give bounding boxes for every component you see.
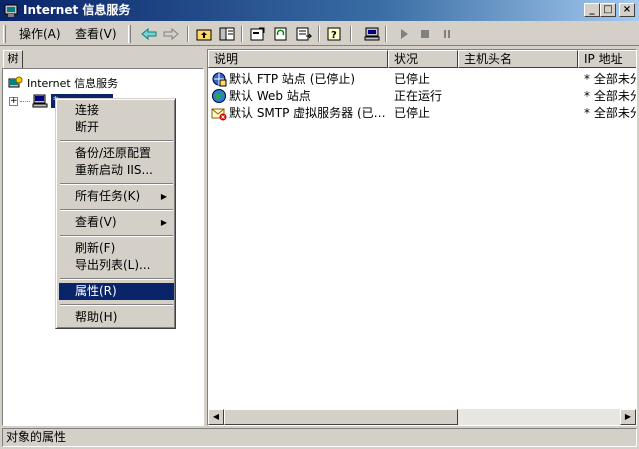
minimize-button[interactable]: _ bbox=[584, 3, 600, 17]
row-ip: * 全部未分 bbox=[584, 89, 637, 103]
menu-item-label: 连接 bbox=[75, 103, 100, 117]
toolbar-separator bbox=[318, 26, 320, 42]
list-header: 说明 状况 主机头名 IP 地址 bbox=[208, 50, 636, 68]
menu-separator bbox=[60, 140, 173, 142]
list-pane[interactable]: 说明 状况 主机头名 IP 地址 默认 FTP 站点 (已停止) 已停止 * 全… bbox=[207, 49, 637, 426]
row-status: 正在运行 bbox=[394, 89, 443, 103]
iis-root-icon bbox=[8, 76, 23, 88]
toolbar-separator bbox=[385, 26, 387, 42]
menu-separator bbox=[60, 278, 173, 280]
menu-item-disconnect[interactable]: 断开 bbox=[59, 119, 174, 136]
server-computer-icon bbox=[32, 94, 48, 108]
menu-item-connect[interactable]: 连接 bbox=[59, 102, 174, 119]
row-description: 默认 SMTP 虚拟服务器 (已… bbox=[229, 106, 386, 120]
row-status: 已停止 bbox=[394, 106, 431, 120]
menu-separator bbox=[60, 209, 173, 211]
menu-separator bbox=[60, 235, 173, 237]
scroll-thumb[interactable] bbox=[224, 409, 458, 425]
horizontal-scrollbar[interactable]: ◀ ▶ bbox=[208, 409, 636, 425]
toolbar-grip bbox=[3, 25, 6, 43]
menu-item-view[interactable]: 查看(V) ▶ bbox=[59, 214, 174, 231]
window-title: Internet 信息服务 bbox=[23, 3, 131, 17]
column-header-hostname[interactable]: 主机头名 bbox=[458, 50, 578, 68]
scroll-right-icon[interactable]: ▶ bbox=[620, 409, 636, 425]
computer-icon[interactable] bbox=[362, 25, 382, 43]
tree-connector bbox=[20, 100, 30, 102]
menu-item-label: 所有任务(K) bbox=[75, 189, 141, 203]
menu-item-restart-iis[interactable]: 重新启动 IIS... bbox=[59, 162, 174, 179]
toolbar: 操作(A) 查看(V) ? bbox=[0, 22, 639, 46]
menu-separator bbox=[60, 183, 173, 185]
iis-app-icon bbox=[4, 4, 18, 17]
maximize-button[interactable]: □ bbox=[600, 3, 616, 17]
context-menu: 连接 断开 备份/还原配置 重新启动 IIS... 所有任务(K) ▶ 查看(V)… bbox=[55, 98, 176, 329]
menu-item-label: 帮助(H) bbox=[75, 310, 118, 324]
ftp-site-icon bbox=[212, 72, 227, 86]
svg-text:?: ? bbox=[331, 30, 337, 41]
list-row[interactable]: 默认 SMTP 虚拟服务器 (已… 已停止 * 全部未分 bbox=[208, 104, 637, 121]
menu-item-all-tasks[interactable]: 所有任务(K) ▶ bbox=[59, 188, 174, 205]
menu-item-label: 查看(V) bbox=[75, 215, 117, 229]
list-row[interactable]: 默认 Web 站点 正在运行 * 全部未分 bbox=[208, 87, 637, 104]
submenu-arrow-icon: ▶ bbox=[160, 192, 167, 201]
menu-item-label: 断开 bbox=[75, 120, 100, 134]
tree-root-node[interactable]: Internet 信息服务 bbox=[7, 75, 118, 91]
row-status: 已停止 bbox=[394, 72, 431, 86]
export-list-icon[interactable] bbox=[294, 25, 314, 43]
menu-item-label: 导出列表(L)... bbox=[75, 258, 151, 272]
tree-tab-strip: 树 bbox=[0, 48, 205, 68]
scroll-left-icon[interactable]: ◀ bbox=[208, 409, 224, 425]
pause-icon[interactable] bbox=[437, 25, 457, 43]
row-description: 默认 Web 站点 bbox=[229, 89, 311, 103]
web-site-icon bbox=[212, 88, 226, 103]
smtp-server-icon bbox=[211, 108, 227, 120]
column-header-description[interactable]: 说明 bbox=[208, 50, 388, 68]
tab-tree[interactable]: 树 bbox=[3, 50, 23, 68]
title-bar: Internet 信息服务 _ □ × bbox=[0, 0, 639, 21]
menu-item-label: 重新启动 IIS... bbox=[75, 163, 153, 177]
menu-item-label: 刷新(F) bbox=[75, 241, 116, 255]
toolbar-separator bbox=[241, 26, 243, 42]
forward-icon[interactable] bbox=[161, 25, 181, 43]
back-icon[interactable] bbox=[139, 25, 159, 43]
properties-icon[interactable] bbox=[248, 25, 268, 43]
row-ip: * 全部未分 bbox=[584, 106, 637, 120]
menu-separator bbox=[60, 304, 173, 306]
submenu-arrow-icon: ▶ bbox=[160, 218, 167, 227]
stop-icon[interactable] bbox=[415, 25, 435, 43]
help-icon[interactable]: ? bbox=[325, 25, 345, 43]
menu-view[interactable]: 查看(V) bbox=[70, 25, 122, 43]
menu-item-backup-restore[interactable]: 备份/还原配置 bbox=[59, 145, 174, 162]
column-header-ip[interactable]: IP 地址 bbox=[578, 50, 636, 68]
row-description: 默认 FTP 站点 (已停止) bbox=[229, 72, 356, 86]
menu-item-label: 备份/还原配置 bbox=[75, 146, 152, 160]
list-row[interactable]: 默认 FTP 站点 (已停止) 已停止 * 全部未分 bbox=[208, 70, 637, 87]
menu-item-properties[interactable]: 属性(R) bbox=[59, 283, 174, 300]
column-header-status[interactable]: 状况 bbox=[388, 50, 458, 68]
expand-icon[interactable]: + bbox=[9, 96, 18, 106]
start-icon[interactable] bbox=[394, 25, 414, 43]
tree-root-label: Internet 信息服务 bbox=[27, 77, 119, 90]
menu-item-export-list[interactable]: 导出列表(L)... bbox=[59, 257, 174, 274]
menu-action[interactable]: 操作(A) bbox=[14, 25, 66, 43]
row-ip: * 全部未分 bbox=[584, 72, 637, 86]
status-bar: 对象的属性 bbox=[2, 428, 637, 447]
toolbar-separator bbox=[350, 26, 352, 42]
up-folder-icon[interactable] bbox=[194, 25, 214, 43]
close-button[interactable]: × bbox=[619, 3, 635, 17]
toolbar-grip bbox=[128, 25, 131, 43]
toolbar-separator bbox=[187, 26, 189, 42]
menu-item-label: 属性(R) bbox=[75, 284, 117, 298]
menu-item-refresh[interactable]: 刷新(F) bbox=[59, 240, 174, 257]
show-tree-icon[interactable] bbox=[217, 25, 237, 43]
refresh-icon[interactable] bbox=[271, 25, 291, 43]
menu-item-help[interactable]: 帮助(H) bbox=[59, 309, 174, 326]
